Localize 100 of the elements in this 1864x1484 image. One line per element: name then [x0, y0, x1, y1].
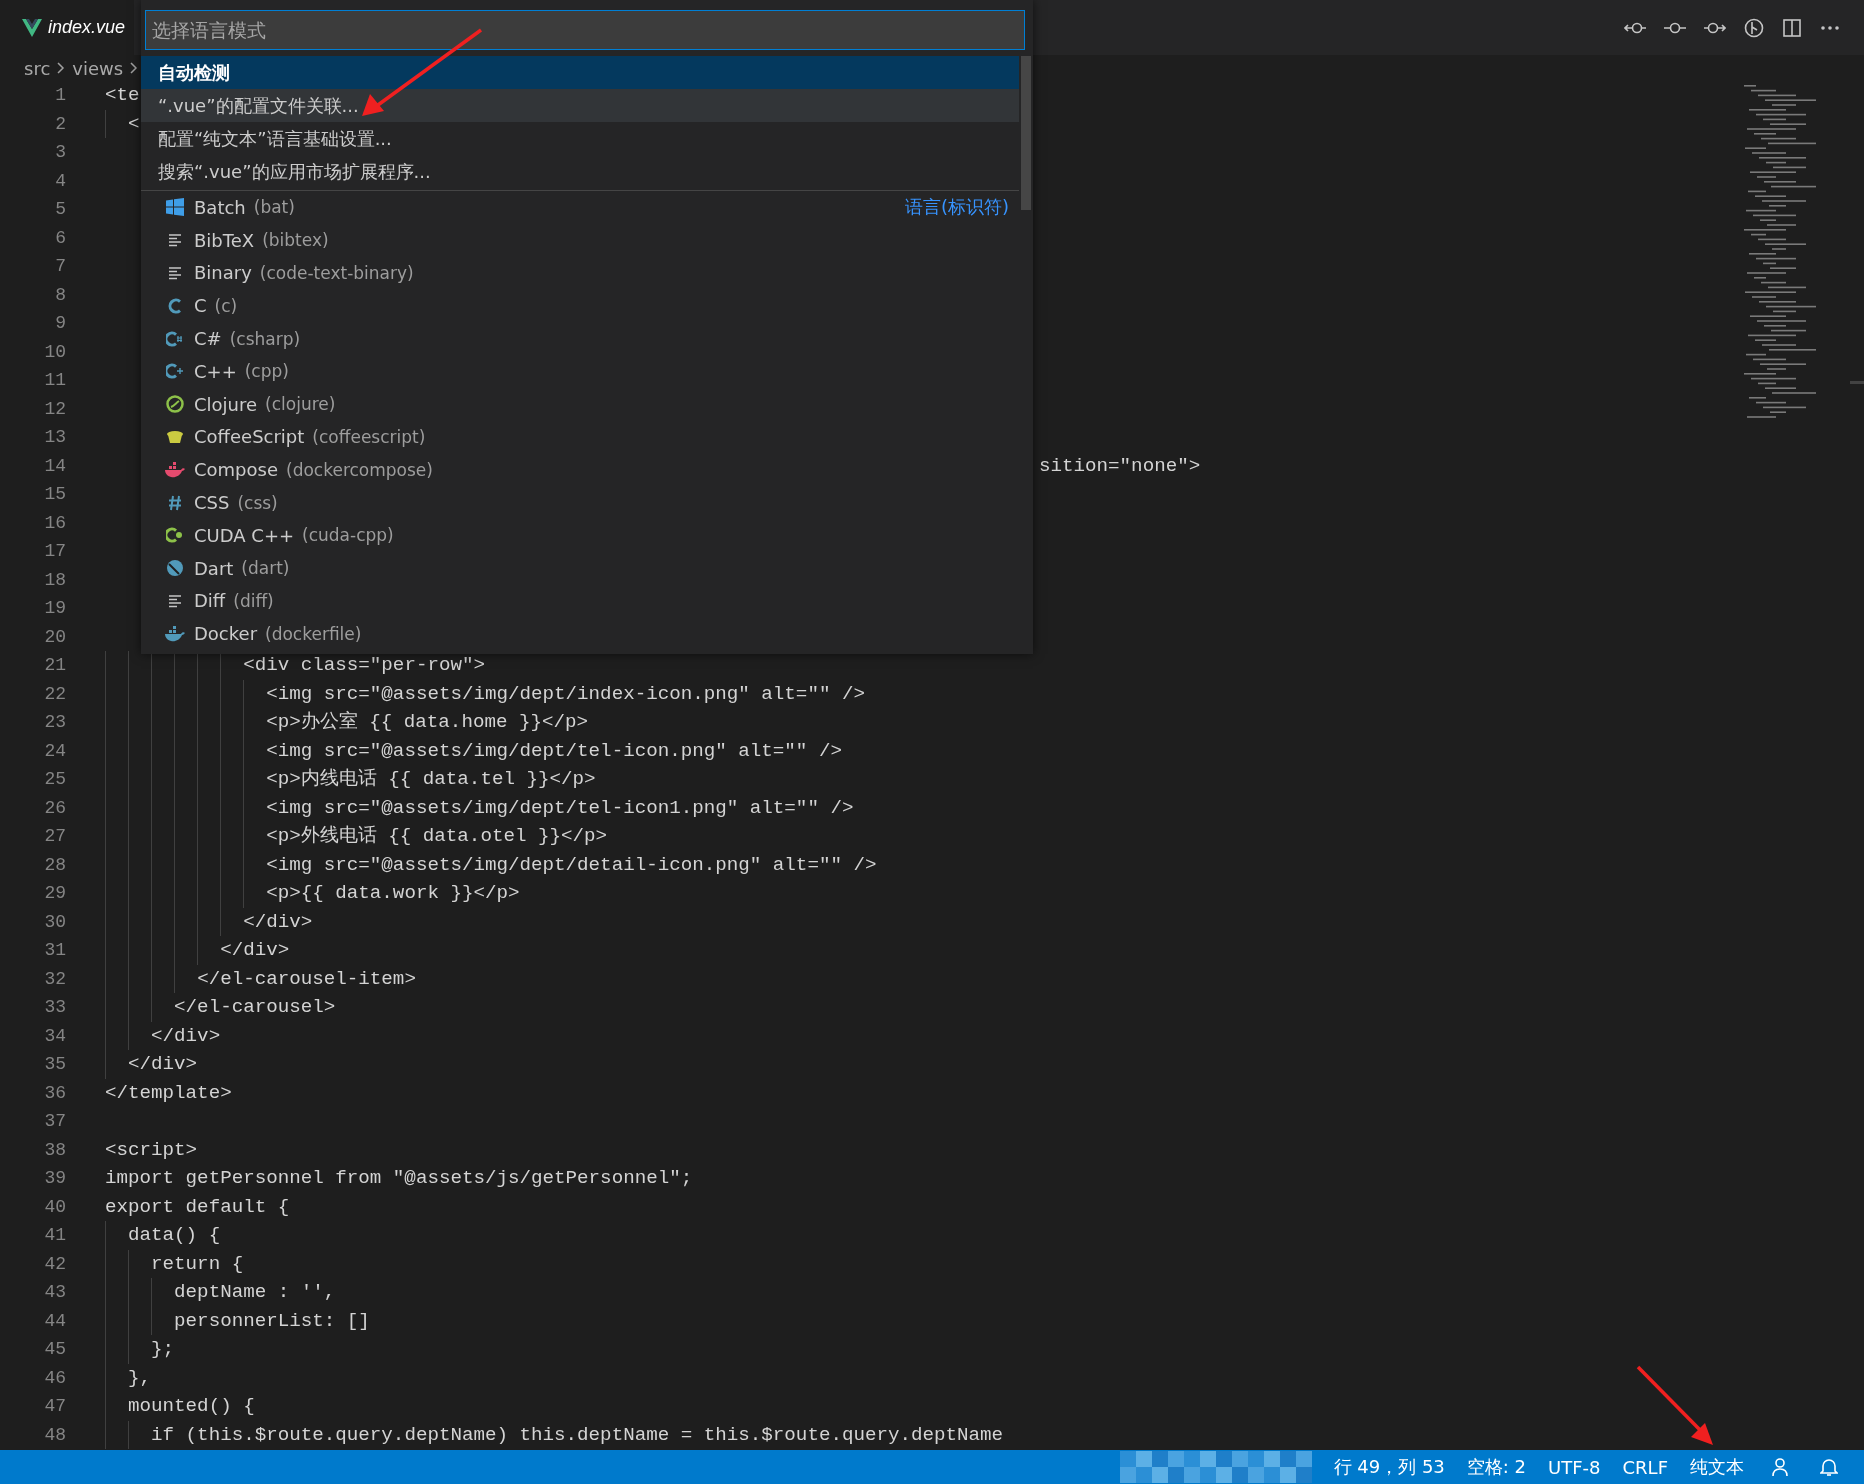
language-name[interactable]: Diff [194, 590, 226, 612]
whale-icon [165, 461, 185, 478]
bell-icon[interactable] [1820, 1457, 1838, 1477]
language-name[interactable]: BibTeX [194, 229, 255, 251]
editor-tab[interactable]: index.vue [0, 0, 134, 55]
line-number: 27 [43, 826, 66, 847]
scrollbar-thumb[interactable] [1850, 381, 1864, 384]
code-text: <te [105, 84, 140, 106]
status-item[interactable]: 空格: 2 [1466, 1455, 1527, 1479]
line-number: 8 [54, 284, 66, 305]
breadcrumb-item[interactable]: views [72, 57, 124, 79]
language-name[interactable]: Dart [194, 557, 234, 579]
line-number: 31 [43, 940, 66, 961]
language-name[interactable]: C [194, 295, 207, 317]
line-number: 45 [43, 1339, 66, 1360]
quick-pick-item[interactable]: 自动检测 [141, 56, 1019, 89]
line-number: 14 [43, 455, 66, 476]
status-item[interactable]: 纯文本 [1690, 1455, 1744, 1479]
code-text: < [128, 112, 140, 135]
chevron-icon [57, 62, 66, 74]
quick-pick-item[interactable]: 搜索“.vue”的应用市场扩展程序... [141, 155, 1019, 188]
line-number: 34 [43, 1025, 66, 1046]
language-id: (code-text-binary) [259, 263, 414, 283]
line-number: 15 [43, 484, 66, 505]
quick-pick-item[interactable]: 配置“纯文本”语言基础设置... [141, 122, 1019, 155]
language-name[interactable]: Clojure [194, 393, 258, 415]
cup-icon [166, 428, 184, 445]
line-number: 1 [54, 85, 66, 106]
line-number: 11 [43, 370, 66, 391]
code-text: data() { [128, 1224, 221, 1246]
language-id: (cuda-cpp) [302, 525, 394, 546]
language-name[interactable]: CSS [194, 492, 230, 514]
line-number: 40 [43, 1196, 66, 1217]
split-editor-icon[interactable] [1782, 17, 1802, 38]
code-text: <img src="@assets/img/dept/detail-icon.png" alt="" /> [266, 853, 877, 876]
text-lines-icon [168, 593, 182, 608]
c-plus-plus-icon [166, 363, 184, 380]
line-number: 7 [54, 256, 66, 277]
code-text: sition="none"> [1039, 454, 1201, 477]
line-number: 18 [43, 569, 66, 590]
language-name[interactable]: C++ [194, 360, 237, 382]
c-sharp-icon [166, 330, 184, 347]
language-name[interactable]: Binary [194, 262, 252, 284]
language-id: (coffeescript) [312, 426, 426, 447]
code-text: </div> [151, 1024, 221, 1047]
language-name[interactable]: C# [194, 328, 222, 350]
language-name[interactable]: Compose [194, 459, 278, 481]
line-number: 4 [54, 170, 66, 191]
language-name[interactable]: Batch [194, 196, 246, 218]
text-lines-icon [168, 233, 182, 248]
line-number: 5 [54, 199, 66, 220]
scrollbar-thumb[interactable] [1021, 56, 1031, 210]
language-name[interactable]: Docker [194, 623, 258, 645]
code-text: </el-carousel-item> [197, 967, 416, 990]
input-field[interactable]: 选择语言模式 [145, 10, 1025, 50]
breadcrumb-item[interactable]: src [24, 57, 51, 79]
status-item[interactable]: UTF-8 [1548, 1456, 1601, 1478]
code-text: }, [128, 1366, 152, 1389]
branch-circle-icon[interactable] [1744, 17, 1764, 38]
line-number: 24 [43, 740, 66, 761]
code-text: <img src="@assets/img/dept/index-icon.png" alt="" /> [266, 682, 865, 705]
code-text: </div> [128, 1053, 198, 1075]
language-id: (cpp) [244, 361, 289, 382]
code-text: <p>办公室 {{ data.home }}</p> [266, 711, 589, 733]
code-text: <p>{{ data.work }}</p> [266, 882, 520, 904]
code-text: </div> [243, 910, 313, 933]
more-icon[interactable] [1820, 24, 1840, 31]
language-id: (diff) [233, 590, 274, 611]
code-text: <p>内线电话 {{ data.tel }}</p> [266, 768, 596, 790]
line-number: 20 [43, 626, 66, 647]
line-number: 13 [43, 427, 66, 448]
quick-pick-item[interactable]: “.vue”的配置文件关联... [141, 89, 1019, 122]
line-number: 10 [43, 341, 66, 362]
code-text: <div class="per-row"> [243, 654, 485, 676]
line-number: 3 [54, 142, 66, 163]
line-number: 25 [43, 769, 66, 790]
whale-icon [165, 625, 185, 642]
language-id: (clojure) [265, 394, 336, 415]
language-id: (dockerfile) [265, 623, 362, 644]
line-number: 22 [43, 683, 66, 704]
line-number: 37 [43, 1111, 66, 1132]
code-text: <script> [105, 1138, 198, 1161]
line-number: 38 [43, 1139, 66, 1160]
status-item[interactable]: CRLF [1622, 1456, 1668, 1478]
code-text: <p>外线电话 {{ data.otel }}</p> [266, 825, 608, 847]
line-number: 6 [54, 227, 66, 248]
language-id: (bat) [253, 197, 295, 218]
line-number: 17 [43, 541, 66, 562]
status-item[interactable]: 行 49，列 53 [1333, 1455, 1445, 1479]
line-number: 2 [54, 113, 66, 134]
line-number: 36 [43, 1082, 66, 1103]
language-name[interactable]: CoffeeScript [194, 426, 305, 448]
letter-c-icon [168, 297, 182, 314]
line-number: 46 [43, 1367, 66, 1388]
line-number: 19 [43, 598, 66, 619]
line-number: 28 [43, 854, 66, 875]
chevron-icon [130, 62, 139, 74]
language-id: (csharp) [229, 328, 301, 349]
code-text: <img src="@assets/img/dept/tel-icon.png" alt="" /> [266, 739, 842, 762]
language-name[interactable]: CUDA C++ [194, 524, 295, 546]
